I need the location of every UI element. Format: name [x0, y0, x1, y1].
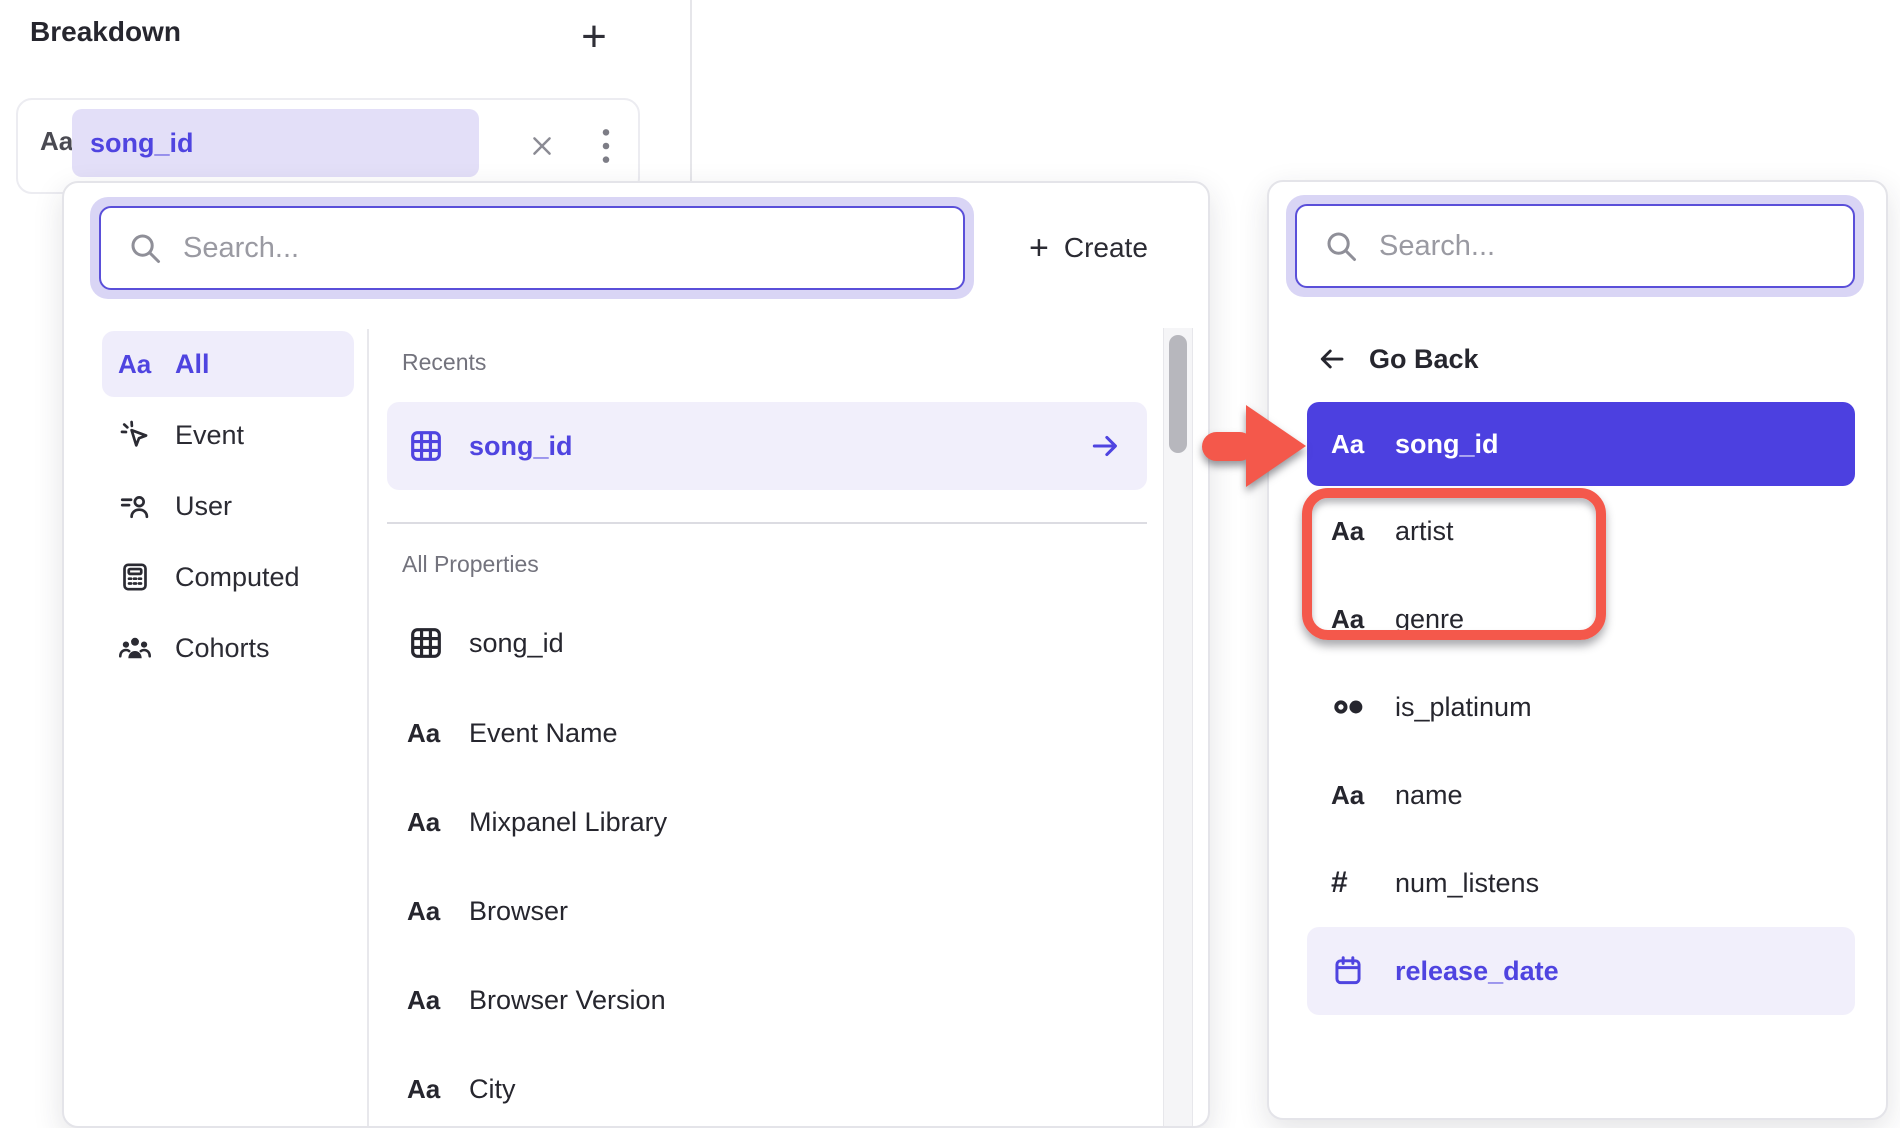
create-button[interactable]: + Create — [1029, 197, 1148, 299]
table-grid-icon — [407, 624, 445, 662]
value-name: genre — [1395, 604, 1464, 635]
property-item-mixpanel-library[interactable]: Aa Mixpanel Library — [387, 778, 1147, 866]
boolean-icon — [1331, 689, 1367, 725]
search-field — [1295, 204, 1855, 288]
section-header-all-properties: All Properties — [402, 551, 539, 578]
text-type-icon: Aa — [407, 807, 451, 838]
arrow-left-icon — [1317, 344, 1347, 374]
property-name: Event Name — [469, 718, 618, 749]
search-focus-ring — [1286, 195, 1864, 297]
text-type-icon: Aa — [40, 126, 73, 157]
property-name: Mixpanel Library — [469, 807, 667, 838]
breakdown-chip[interactable]: song_id — [72, 109, 479, 177]
text-type-icon: Aa — [118, 349, 158, 380]
text-type-icon: Aa — [1331, 780, 1375, 811]
text-type-icon: Aa — [407, 985, 451, 1016]
value-item-artist[interactable]: Aa artist — [1307, 489, 1855, 573]
calculator-icon — [118, 560, 152, 594]
kebab-menu-icon — [595, 126, 617, 166]
property-item-city[interactable]: Aa City — [387, 1045, 1147, 1128]
value-item-release-date[interactable]: release_date — [1307, 927, 1855, 1015]
category-tab-cohorts[interactable]: Cohorts — [102, 615, 354, 681]
search-focus-ring — [90, 197, 974, 299]
number-icon: # — [1331, 866, 1375, 900]
text-type-icon: Aa — [407, 1074, 451, 1105]
property-item-song-id[interactable]: song_id — [387, 599, 1147, 687]
plus-icon: + — [1029, 231, 1049, 265]
click-event-icon — [118, 418, 152, 452]
value-item-num-listens[interactable]: # num_listens — [1307, 841, 1855, 925]
category-label: Computed — [175, 562, 300, 593]
value-name: artist — [1395, 516, 1454, 547]
text-type-icon: Aa — [1331, 429, 1375, 460]
property-item-browser[interactable]: Aa Browser — [387, 867, 1147, 955]
arrow-right-icon[interactable] — [1089, 430, 1121, 462]
category-label: Cohorts — [175, 633, 270, 664]
value-item-song-id[interactable]: Aa song_id — [1307, 402, 1855, 486]
text-type-icon: Aa — [1331, 516, 1375, 547]
sidebar-divider — [367, 329, 369, 1126]
search-icon — [127, 230, 163, 266]
category-tab-user[interactable]: User — [102, 473, 354, 539]
category-label: User — [175, 491, 232, 522]
value-name: is_platinum — [1395, 692, 1532, 723]
category-label: Event — [175, 420, 244, 451]
value-item-name[interactable]: Aa name — [1307, 753, 1855, 837]
add-breakdown-button[interactable]: + — [570, 10, 618, 64]
screen: Breakdown + Aa song_id + Create Aa — [0, 0, 1900, 1128]
value-name: song_id — [1395, 429, 1499, 460]
category-label: All — [175, 349, 210, 380]
remove-breakdown-button[interactable] — [520, 124, 564, 168]
category-tab-computed[interactable]: Computed — [102, 544, 354, 610]
value-item-genre[interactable]: Aa genre — [1307, 577, 1855, 661]
property-name: Browser Version — [469, 985, 666, 1016]
category-tab-all[interactable]: Aa All — [102, 331, 354, 397]
recent-property-song-id[interactable]: song_id — [387, 402, 1147, 490]
list-divider — [387, 522, 1147, 524]
go-back-button[interactable]: Go Back — [1317, 334, 1479, 384]
text-type-icon: Aa — [1331, 604, 1375, 635]
search-icon — [1323, 228, 1359, 264]
go-back-label: Go Back — [1369, 344, 1479, 375]
create-button-label: Create — [1064, 232, 1148, 264]
value-name: num_listens — [1395, 868, 1539, 899]
cohorts-people-icon — [118, 631, 152, 665]
category-tab-event[interactable]: Event — [102, 402, 354, 468]
plus-icon: + — [581, 12, 607, 62]
property-item-event-name[interactable]: Aa Event Name — [387, 689, 1147, 777]
search-input[interactable] — [1379, 230, 1829, 263]
scrollbar-thumb[interactable] — [1169, 335, 1187, 453]
section-header-recents: Recents — [402, 349, 486, 376]
property-value-dropdown: Go Back Aa song_id Aa artist Aa genre is… — [1267, 180, 1888, 1120]
text-type-icon: Aa — [407, 718, 451, 749]
breakdown-chip-card: Aa song_id — [16, 98, 640, 194]
panel-divider — [690, 0, 692, 181]
value-name: name — [1395, 780, 1463, 811]
close-icon — [528, 132, 556, 160]
page-title: Breakdown — [30, 16, 181, 48]
breakdown-chip-label: song_id — [90, 128, 194, 159]
property-picker-dropdown: + Create Aa All Event User Computed — [62, 181, 1210, 1128]
breakdown-options-button[interactable] — [586, 124, 626, 168]
property-name: Browser — [469, 896, 568, 927]
value-item-is-platinum[interactable]: is_platinum — [1307, 665, 1855, 749]
search-field — [99, 206, 965, 290]
text-type-icon: Aa — [407, 896, 451, 927]
property-item-browser-version[interactable]: Aa Browser Version — [387, 956, 1147, 1044]
scrollbar[interactable] — [1163, 328, 1193, 1126]
user-icon — [118, 489, 152, 523]
search-input[interactable] — [183, 232, 939, 265]
property-name: song_id — [469, 431, 573, 462]
value-name: release_date — [1395, 956, 1559, 987]
table-grid-icon — [407, 427, 445, 465]
calendar-icon — [1331, 954, 1365, 988]
property-name: City — [469, 1074, 516, 1105]
property-name: song_id — [469, 628, 564, 659]
